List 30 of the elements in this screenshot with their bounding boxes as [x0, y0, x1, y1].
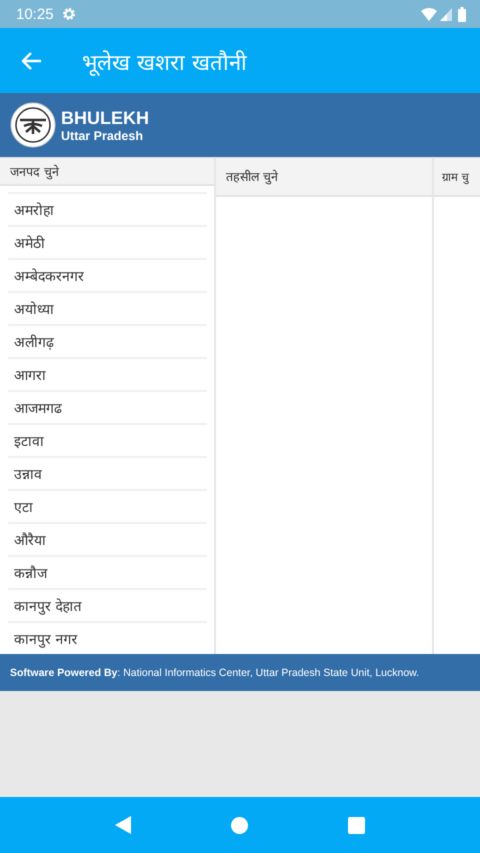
- district-item[interactable]: अमरोहा: [8, 192, 207, 225]
- status-time: 10:25: [16, 6, 54, 22]
- column-header: तहसील चुने: [216, 157, 432, 197]
- district-item[interactable]: कन्नौज: [8, 555, 207, 588]
- district-item[interactable]: एटा: [8, 489, 207, 522]
- recents-nav-icon[interactable]: [348, 816, 365, 834]
- footer-credit: Software Powered By: National Informatics Center, Uttar Pradesh State Unit, Lucknow.: [10, 666, 420, 678]
- brand-title: BHULEKH: [61, 108, 149, 128]
- district-item[interactable]: औरैया: [8, 522, 207, 555]
- battery-icon: [458, 6, 466, 22]
- app-title: भूलेख खशरा खतौनी: [82, 49, 247, 76]
- signal-icon: [440, 8, 452, 20]
- district-item[interactable]: इटावा: [8, 423, 207, 456]
- district-item[interactable]: अलीगढ़: [8, 324, 207, 357]
- column-header: जनपद चुने: [0, 157, 214, 186]
- district-item[interactable]: आजमगढ: [8, 390, 207, 423]
- back-arrow-icon: [22, 52, 42, 70]
- settings-icon: [62, 7, 76, 21]
- home-nav-icon[interactable]: [231, 816, 248, 834]
- district-item[interactable]: अम्बेदकरनगर: [8, 258, 207, 291]
- district-item[interactable]: कानपुर देहात: [8, 588, 207, 621]
- wifi-icon: [421, 8, 437, 20]
- district-item[interactable]: आगरा: [8, 357, 207, 390]
- emblem-icon: [10, 102, 56, 148]
- district-item[interactable]: उन्नाव: [8, 456, 207, 489]
- district-item[interactable]: अयोध्या: [8, 291, 207, 324]
- back-nav-icon[interactable]: [115, 816, 131, 834]
- brand-subtitle: Uttar Pradesh: [61, 128, 144, 142]
- district-item[interactable]: अमेठी: [8, 225, 207, 258]
- column-header: ग्राम चु: [434, 157, 480, 197]
